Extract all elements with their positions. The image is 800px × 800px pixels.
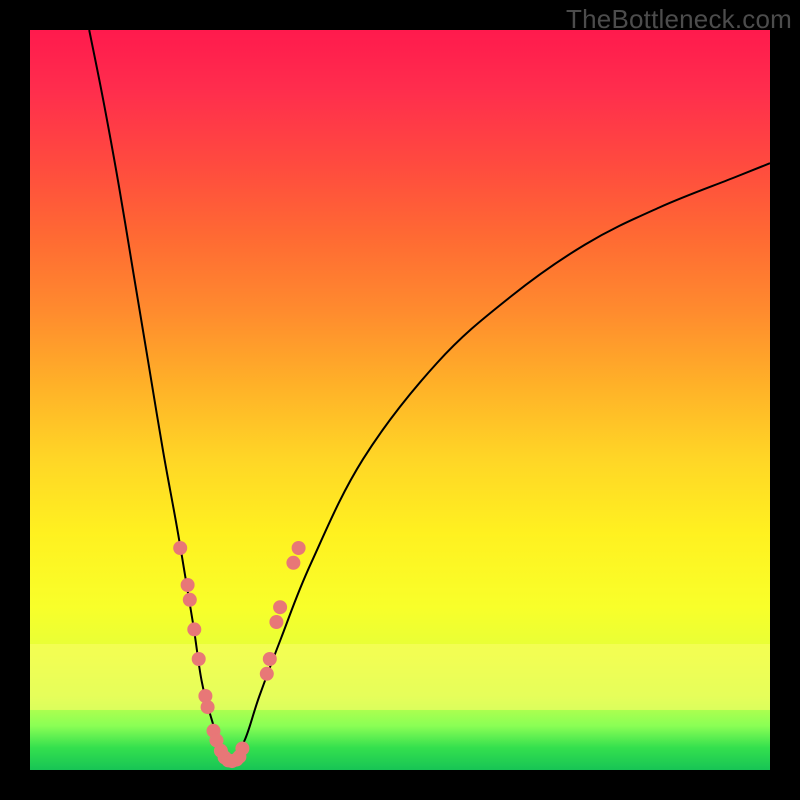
highlight-dot: [187, 622, 201, 636]
highlight-dot: [183, 593, 197, 607]
highlight-dot: [173, 541, 187, 555]
highlight-dot: [263, 652, 277, 666]
chart-svg: [30, 30, 770, 770]
chart-frame: TheBottleneck.com: [0, 0, 800, 800]
highlight-dot: [286, 556, 300, 570]
highlight-dot: [235, 742, 249, 756]
highlight-dot: [201, 700, 215, 714]
series-left-branch: [89, 30, 230, 763]
highlighted-dots-group: [173, 541, 305, 768]
highlight-dot: [273, 600, 287, 614]
highlight-dot: [269, 615, 283, 629]
highlight-dot: [260, 667, 274, 681]
highlight-dot: [181, 578, 195, 592]
plot-area: [30, 30, 770, 770]
highlight-dot: [292, 541, 306, 555]
series-right-branch: [230, 163, 770, 762]
highlight-dot: [192, 652, 206, 666]
